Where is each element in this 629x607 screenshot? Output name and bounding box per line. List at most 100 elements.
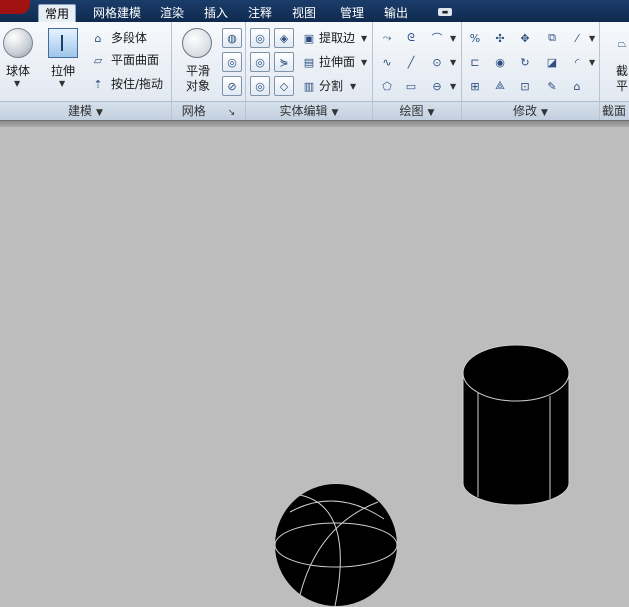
extrude-faces-icon[interactable]: ▤ <box>299 52 319 72</box>
separate-icon[interactable]: ▥ <box>299 76 319 96</box>
copy-icon[interactable]: ⧉ <box>542 28 562 48</box>
rectangle-icon[interactable]: ▭ <box>401 76 421 96</box>
extract-edges-dropdown-icon[interactable]: ▼ <box>361 34 367 43</box>
extract-edges-icon[interactable]: ▣ <box>299 28 319 48</box>
mesh-uncrease-icon[interactable]: ⊘ <box>222 76 242 96</box>
extrude-arrow-icon <box>61 35 63 51</box>
panel-modeling-title[interactable]: 建模 ▼ <box>0 101 171 120</box>
panel-modeling: 球体 ▼ 拉伸 ▼ ⌂ 多段体 ▱ 平面曲面 ⇡ 按住/拖动 建模 ▼ <box>0 22 172 120</box>
presspull-button[interactable]: 按住/拖动 <box>111 74 163 94</box>
tab-home[interactable]: 常用 <box>38 4 76 22</box>
section-plane-icon[interactable]: ⏢ <box>612 34 629 54</box>
interfere-icon[interactable]: ⋟ <box>274 52 294 72</box>
chevron-down-icon: ▼ <box>96 108 103 118</box>
line-icon[interactable]: ╱ <box>401 52 421 72</box>
ellipse-dropdown-icon[interactable]: ▼ <box>450 82 456 91</box>
panel-solid-editing: ◎ ◈ ▣ 提取边 ▼ ◎ ⋟ ▤ 拉伸面 ▼ ◎ ◇ ▥ 分割 ▼ 实体编辑 ▼ <box>246 22 373 120</box>
panel-section-title[interactable]: 截面 <box>600 101 629 120</box>
trim-icon[interactable]: ⁄ <box>567 28 587 48</box>
section-plane-button[interactable]: 截 平 <box>612 64 629 94</box>
rotate-icon[interactable]: ↻ <box>515 52 535 72</box>
extrude-button-label[interactable]: 拉伸 <box>44 64 82 79</box>
ribbon: 球体 ▼ 拉伸 ▼ ⌂ 多段体 ▱ 平面曲面 ⇡ 按住/拖动 建模 ▼ 平滑 对象… <box>0 22 629 120</box>
ellipse-icon[interactable]: ⊖ <box>427 76 447 96</box>
intersect-icon[interactable]: ◎ <box>250 76 270 96</box>
fillet-icon[interactable]: ◜ <box>567 52 587 72</box>
mesh-refine-icon[interactable]: ◍ <box>222 28 242 48</box>
extrude-dropdown-icon[interactable]: ▼ <box>59 79 65 88</box>
panel-modify-title[interactable]: 修改 ▼ <box>462 101 599 120</box>
application-menu-button[interactable] <box>0 0 30 14</box>
tab-render[interactable]: 渲染 <box>156 4 188 22</box>
3d-polyline-icon[interactable]: ᘓ <box>401 28 421 48</box>
panel-modify: % ✣ ✥ ⧉ ⁄ ▼ ⊏ ◉ ↻ ◪ ◜ ▼ ⊞ ⟁ ⊡ ✎ ⌂ 修改 ▼ <box>462 22 600 120</box>
cylinder-solid[interactable] <box>462 344 570 506</box>
separate-dropdown-icon[interactable]: ▼ <box>350 82 356 91</box>
chevron-down-icon: ▼ <box>427 108 435 118</box>
tab-mesh-modeling[interactable]: 网格建模 <box>90 4 144 22</box>
spline-icon[interactable]: ∿ <box>377 52 397 72</box>
panel-mesh-title-text: 网格 <box>181 104 206 118</box>
tab-insert[interactable]: 插入 <box>200 4 232 22</box>
ribbon-splitter[interactable] <box>0 120 629 127</box>
planar-surface-button[interactable]: 平面曲面 <box>111 50 159 70</box>
sphere-body <box>275 484 397 606</box>
polygon-icon[interactable]: ⬠ <box>377 76 397 96</box>
circle-dropdown-icon[interactable]: ▼ <box>450 58 456 67</box>
extrude-icon[interactable] <box>48 28 78 58</box>
scale-icon[interactable]: ⊡ <box>515 76 535 96</box>
panel-section: ⏢ 截 平 截面 <box>600 22 629 120</box>
section-plane-label-2: 平 <box>615 79 628 93</box>
panel-mesh-title[interactable]: 网格 ↘ <box>172 101 245 120</box>
array-icon[interactable]: ⊞ <box>465 76 485 96</box>
cylinder-top-face <box>462 344 570 402</box>
polysolid-button[interactable]: 多段体 <box>111 28 147 48</box>
smooth-object-button[interactable]: 平滑 对象 <box>178 64 218 94</box>
erase-icon[interactable]: ✎ <box>542 76 562 96</box>
planar-surface-icon[interactable]: ▱ <box>88 50 108 70</box>
offset-icon[interactable]: % <box>465 28 485 48</box>
extrude-faces-dropdown-icon[interactable]: ▼ <box>361 58 367 67</box>
mesh-crease-icon[interactable]: ◎ <box>222 52 242 72</box>
sphere-dropdown-icon[interactable]: ▼ <box>14 79 20 88</box>
stretch-icon[interactable]: ⊏ <box>465 52 485 72</box>
3d-rotate-icon[interactable]: ✣ <box>490 28 510 48</box>
drawing-viewport[interactable] <box>0 127 629 607</box>
fillet-dropdown-icon[interactable]: ▼ <box>589 58 595 67</box>
tab-manage[interactable]: 管理 <box>336 4 368 22</box>
tab-view[interactable]: 视图 <box>288 4 320 22</box>
minimize-ribbon-icon[interactable]: ▬ <box>438 8 452 16</box>
presspull-icon[interactable]: ⇡ <box>88 74 108 94</box>
union-icon[interactable]: ◎ <box>250 28 270 48</box>
panel-draw-title-text: 绘图 <box>399 104 424 118</box>
extract-edges-button[interactable]: 提取边 <box>319 28 355 48</box>
polysolid-icon[interactable]: ⌂ <box>88 28 108 48</box>
sphere-icon[interactable] <box>3 28 33 58</box>
trim-dropdown-icon[interactable]: ▼ <box>589 34 595 43</box>
slice-icon[interactable]: ◈ <box>274 28 294 48</box>
thicken-icon[interactable]: ◇ <box>274 76 294 96</box>
chevron-down-icon: ▼ <box>331 108 339 118</box>
separate-button[interactable]: 分割 <box>319 76 343 96</box>
3d-align-icon[interactable]: ⟁ <box>490 76 510 96</box>
panel-section-title-text: 截面 <box>602 104 627 118</box>
tab-output[interactable]: 输出 <box>380 4 412 22</box>
polyline-icon[interactable]: ⤳ <box>377 28 397 48</box>
sphere-solid[interactable] <box>274 484 398 607</box>
3d-scale-icon[interactable]: ◉ <box>490 52 510 72</box>
subtract-icon[interactable]: ◎ <box>250 52 270 72</box>
smooth-object-icon[interactable] <box>182 28 212 58</box>
panel-draw-title[interactable]: 绘图 ▼ <box>373 101 461 120</box>
ribbon-tab-bar: 常用 网格建模 渲染 插入 注释 视图 管理 输出 ▬ <box>0 0 629 22</box>
3d-move-icon[interactable]: ✥ <box>515 28 535 48</box>
panel-solid-editing-title[interactable]: 实体编辑 ▼ <box>246 101 372 120</box>
tab-annotate[interactable]: 注释 <box>244 4 276 22</box>
explode-icon[interactable]: ◪ <box>542 52 562 72</box>
extrude-faces-button[interactable]: 拉伸面 <box>319 52 355 72</box>
sphere-button-label[interactable]: 球体 <box>0 64 36 79</box>
arc-icon[interactable]: ⌒ <box>427 28 447 48</box>
match-properties-icon[interactable]: ⌂ <box>567 76 587 96</box>
arc-dropdown-icon[interactable]: ▼ <box>450 34 456 43</box>
viewport-canvas <box>274 344 570 607</box>
circle-icon[interactable]: ⊙ <box>427 52 447 72</box>
